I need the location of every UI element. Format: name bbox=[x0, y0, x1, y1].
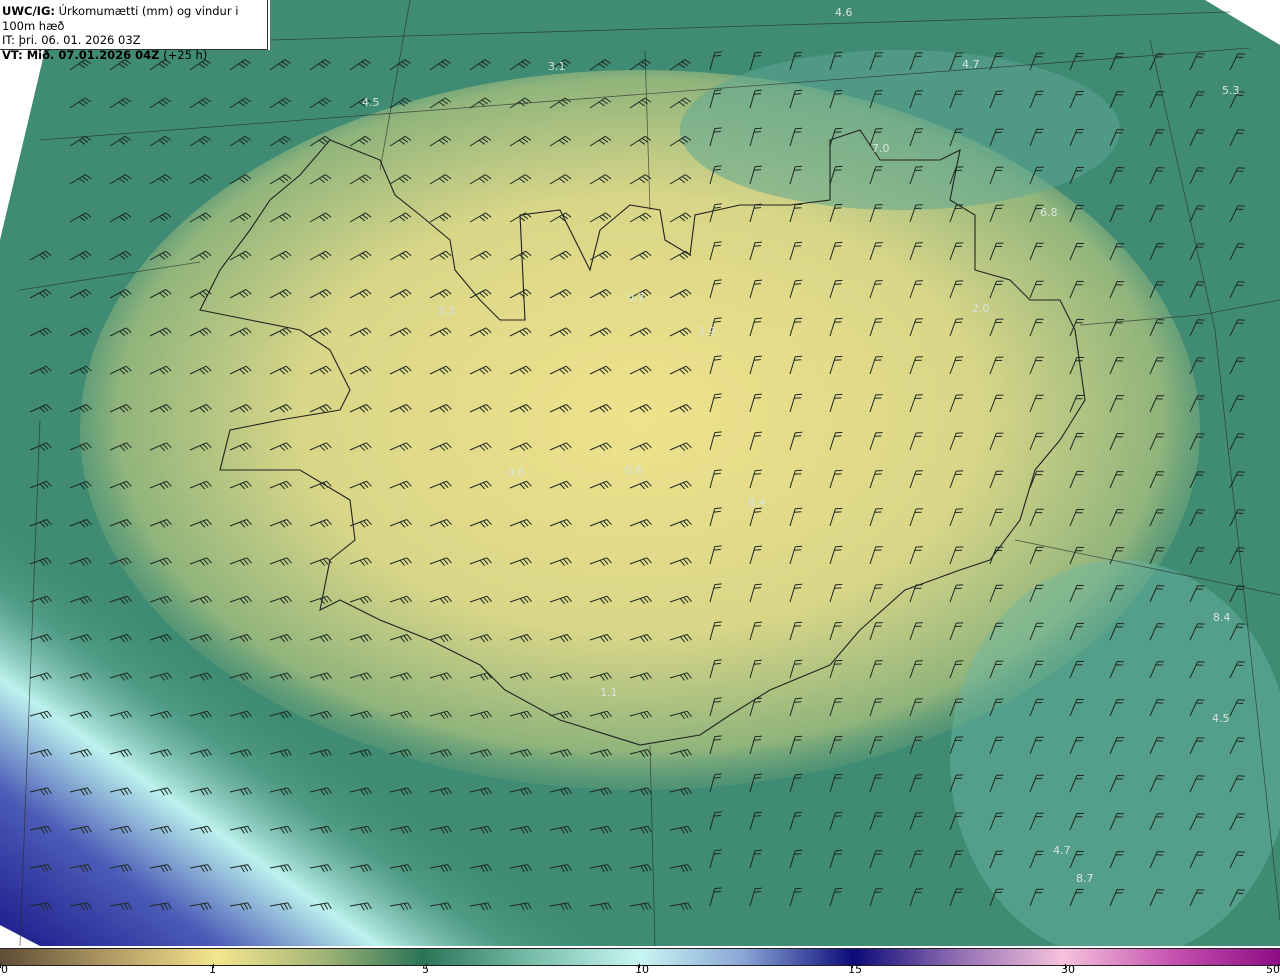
precip-value-label: 1.1 bbox=[600, 686, 618, 699]
precip-value-label: 0.6 bbox=[507, 466, 525, 479]
lead-time: (+25 h) bbox=[163, 47, 208, 62]
colorbar-tick-label: 1 bbox=[209, 963, 216, 976]
precip-value-label: 8.7 bbox=[1076, 872, 1094, 885]
colorbar-tick-label: 50 bbox=[1266, 963, 1280, 976]
precip-value-label: 5.3 bbox=[1222, 84, 1240, 97]
precip-value-label: 4.7 bbox=[962, 58, 980, 71]
valid-time: VT: Mið. 07.01.2026 04Z bbox=[2, 47, 160, 62]
precip-value-label: 0.6 bbox=[625, 464, 643, 477]
init-time: IT: þri. 06. 01. 2026 03Z bbox=[2, 33, 141, 47]
northeast-moist-field bbox=[680, 50, 1120, 210]
colorbar-tick-label: 5 bbox=[422, 963, 429, 976]
colorbar-tick-label: 0 bbox=[1, 963, 8, 976]
precipitation-wind-map[interactable]: 4.6 3.1 4.5 4.7 5.3 7.0 6.8 2.0 3.3 0.7 3.9 0.6 0.6 0… bbox=[0, 0, 1280, 946]
model-name: UWC/IG: bbox=[2, 4, 55, 18]
colorbar-tick-label: 30 bbox=[1061, 963, 1075, 976]
precip-value-label: 3.3 bbox=[437, 304, 455, 317]
precip-value-label: 0.4 bbox=[748, 496, 766, 509]
precip-value-label: 0.7 bbox=[627, 291, 645, 304]
colorbar-tick-label: 15 bbox=[848, 963, 862, 976]
precip-value-label: 4.6 bbox=[835, 6, 853, 19]
precip-value-label: 4.7 bbox=[1053, 844, 1071, 857]
precip-value-label: 4.5 bbox=[362, 96, 380, 109]
precip-value-label: 8.4 bbox=[1213, 611, 1231, 624]
precip-value-label: 7.0 bbox=[872, 142, 890, 155]
precip-value-label: 3.9 bbox=[698, 325, 716, 338]
precip-value-label: 4.5 bbox=[1212, 712, 1230, 725]
precip-value-label: 2.0 bbox=[972, 302, 990, 315]
colorbar-tick-label: 10 bbox=[635, 963, 649, 976]
precip-value-label: 3.1 bbox=[548, 60, 566, 73]
map-title-box: UWC/IG: Úrkomumætti (mm) og vindur i 100… bbox=[0, 0, 268, 62]
precip-value-label: 6.8 bbox=[1040, 206, 1058, 219]
